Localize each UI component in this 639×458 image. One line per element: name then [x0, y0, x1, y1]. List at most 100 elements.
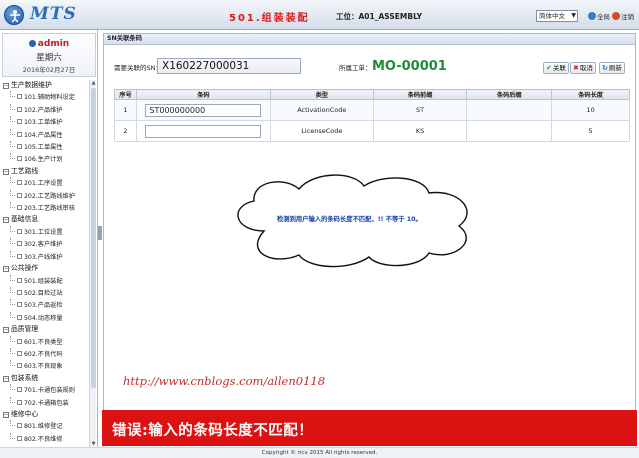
sidebar-item[interactable]: 601.不良类型	[2, 335, 88, 348]
sidebar-item[interactable]: 702.卡通箱包装	[2, 396, 88, 409]
page-icon	[17, 131, 22, 137]
sidebar-item-label: 701.卡通包装规则	[24, 387, 75, 395]
cancel-icon: ✖	[573, 64, 579, 72]
top-header: MTS 501.组装装配 工位：A01_ASSEMBLY 简体中文 ▼ 全局 注…	[0, 0, 639, 30]
station-title: 501.组装装配	[229, 13, 310, 24]
page-icon	[17, 289, 22, 295]
tree-line	[10, 177, 15, 184]
tree-line	[10, 202, 15, 209]
refresh-button[interactable]: ↻ 刷新	[599, 62, 625, 74]
sidebar-item[interactable]: 801.维修登记	[2, 420, 88, 432]
tree-line	[10, 299, 15, 306]
collapse-icon[interactable]: −	[3, 411, 9, 418]
sidebar-item[interactable]: 201.工序设置	[2, 177, 88, 189]
sidebar-scrollbar[interactable]: ▲ ▼	[89, 80, 96, 448]
page-icon	[17, 399, 22, 405]
sidebar-item[interactable]: 104.产品属性	[2, 128, 88, 141]
page-icon	[17, 156, 22, 162]
chevron-down-icon: ▼	[571, 12, 576, 19]
sidebar-item[interactable]: 701.卡通包装规则	[2, 384, 88, 396]
sidebar-item[interactable]: 503.产品返检	[2, 299, 88, 311]
language-select[interactable]: 简体中文 ▼	[536, 10, 578, 22]
sidebar-item[interactable]: 302.客户维护	[2, 238, 88, 250]
page-icon	[17, 338, 22, 344]
length-cell: 10	[551, 99, 630, 121]
sidebar-item[interactable]: 106.生产计划	[2, 153, 88, 165]
user-name: admin	[3, 39, 95, 49]
menu-group[interactable]: − 生产数据维护	[2, 80, 88, 91]
tree-line	[10, 432, 15, 439]
sidebar-item[interactable]: 303.产线维护	[2, 250, 88, 263]
tree-line	[10, 91, 15, 98]
sidebar-item-label: 106.生产计划	[24, 156, 63, 164]
link-button[interactable]: ✔ 关联	[543, 62, 569, 74]
sidebar-item[interactable]: 603.不良现象	[2, 360, 88, 372]
sn-input[interactable]: X160227000031	[157, 58, 301, 74]
work-order-value: MO-00001	[372, 59, 447, 74]
date: 2016年02月27日	[22, 66, 76, 74]
table-row: 1 ST000000000 ActivationCode ST 10	[114, 99, 630, 121]
barcode-input[interactable]	[145, 124, 262, 138]
tree-line	[10, 225, 15, 232]
page-icon	[17, 314, 22, 320]
sidebar-item[interactable]: 203.工艺路线审核	[2, 202, 88, 214]
page-icon	[17, 277, 22, 283]
tree-line	[10, 274, 15, 281]
barcode-cell	[135, 120, 271, 142]
sidebar-item[interactable]: 105.工单属性	[2, 141, 88, 153]
barcode-input[interactable]: ST000000000	[145, 103, 262, 117]
all-link[interactable]: 全局	[588, 11, 610, 21]
scrollbar-thumb[interactable]	[91, 88, 96, 388]
length-cell: 5	[551, 120, 630, 142]
collapse-icon[interactable]: −	[3, 266, 9, 273]
sidebar-item[interactable]: 504.动态称量	[2, 311, 88, 324]
tree-line	[10, 347, 15, 354]
type-cell: LicenseCode	[269, 120, 374, 142]
sidebar-item[interactable]: 502.目检过站	[2, 286, 88, 299]
sidebar-item[interactable]: 102.产品维护	[2, 103, 88, 116]
barcode-table: 序号 条码 类型 条码前缀 条码后缀 条码长度 1 ST000000000 Ac…	[114, 89, 630, 142]
sidebar-item[interactable]: 202.工艺路线维护	[2, 189, 88, 202]
tree-line	[10, 250, 15, 257]
menu-group[interactable]: − 维修中心	[2, 409, 88, 420]
globe-icon	[588, 12, 596, 20]
menu-group[interactable]: − 包装系统	[2, 373, 88, 384]
menu-group[interactable]: − 公共操作	[2, 263, 88, 274]
collapse-icon[interactable]: −	[3, 168, 9, 175]
work-order-label: 所属工单：	[339, 64, 372, 72]
tree-line	[10, 128, 15, 135]
sidebar-collapse-handle[interactable]	[98, 226, 102, 240]
menu-group[interactable]: − 品质管理	[2, 324, 88, 335]
logout-icon	[612, 12, 620, 20]
logout-link[interactable]: 注销	[612, 11, 634, 21]
sidebar-item[interactable]: 101.辅助物料设定	[2, 91, 88, 103]
menu-group[interactable]: − 基础信息	[2, 214, 88, 225]
user-icon	[28, 40, 36, 47]
collapse-icon[interactable]: −	[3, 327, 9, 334]
sidebar-item[interactable]: 802.不良维修	[2, 432, 88, 445]
sidebar-item[interactable]: 301.工位设置	[2, 225, 88, 238]
scroll-up-icon[interactable]: ▲	[90, 80, 97, 87]
check-icon: ✔	[546, 64, 552, 72]
nav-menu: − 生产数据维护 101.辅助物料设定 102.产品维护 103.工单维护 104.产品属…	[2, 80, 88, 450]
link-button-label: 关联	[552, 64, 566, 72]
sidebar-item[interactable]: 501.组装装配	[2, 274, 88, 287]
tree-line	[10, 286, 15, 293]
collapse-icon[interactable]: −	[3, 217, 9, 224]
tree-line	[10, 311, 15, 318]
sidebar-item[interactable]: 103.工单维护	[2, 116, 88, 128]
tree-line	[10, 141, 15, 148]
cancel-button-label: 取消	[579, 64, 593, 72]
tree-line	[10, 396, 15, 403]
collapse-icon[interactable]: −	[3, 83, 9, 89]
user-name-text: admin	[37, 39, 70, 49]
cancel-button[interactable]: ✖ 取消	[570, 62, 596, 74]
page-icon	[17, 94, 22, 100]
tree-line	[10, 360, 15, 367]
page-icon	[17, 435, 22, 441]
suffix-cell	[466, 120, 553, 142]
collapse-icon[interactable]: −	[3, 375, 9, 382]
page-icon	[17, 241, 22, 247]
menu-group[interactable]: − 工艺路线	[2, 166, 88, 177]
sidebar-item[interactable]: 602.不良代码	[2, 347, 88, 360]
